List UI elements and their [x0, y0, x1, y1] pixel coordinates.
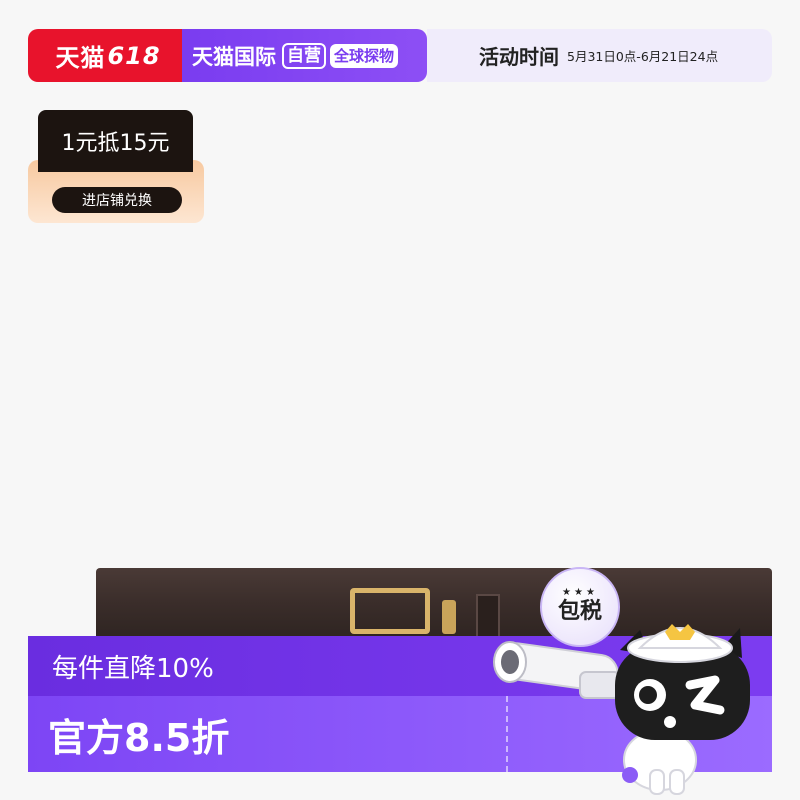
- self-operated-tag: 自营: [282, 42, 326, 69]
- tmall-global-text: 天猫国际: [192, 44, 276, 69]
- top-banner: 天猫 618 天猫国际 自营 全球探物 活动时间 5月31日0点-6月21日24…: [28, 29, 772, 82]
- coupon-value: 1元抵15元: [38, 110, 193, 172]
- tmall-cat-mascot-icon: [493, 624, 750, 795]
- tmall-618-logo: 天猫 618: [28, 29, 188, 82]
- telescope-icon: [493, 641, 621, 699]
- global-explore-tag: 全球探物: [330, 43, 399, 68]
- activity-dates: 5月31日0点-6月21日24点: [567, 49, 719, 64]
- belt-prong: [442, 600, 456, 634]
- badge-stars: ★★★: [562, 587, 598, 598]
- redeem-button[interactable]: 进店铺兑换: [52, 187, 182, 213]
- tmall-618-number: 618: [107, 41, 161, 70]
- tmall-global-logo: 天猫国际 自营 全球探物: [182, 29, 427, 82]
- belt-buckle: [350, 588, 430, 634]
- activity-label: 活动时间: [479, 45, 559, 69]
- coupon-card[interactable]: 1元抵15元 进店铺兑换: [28, 110, 204, 223]
- activity-period: 活动时间 5月31日0点-6月21日24点: [427, 29, 772, 82]
- captain-hat: [627, 624, 733, 663]
- tmall-text: 天猫: [55, 44, 106, 72]
